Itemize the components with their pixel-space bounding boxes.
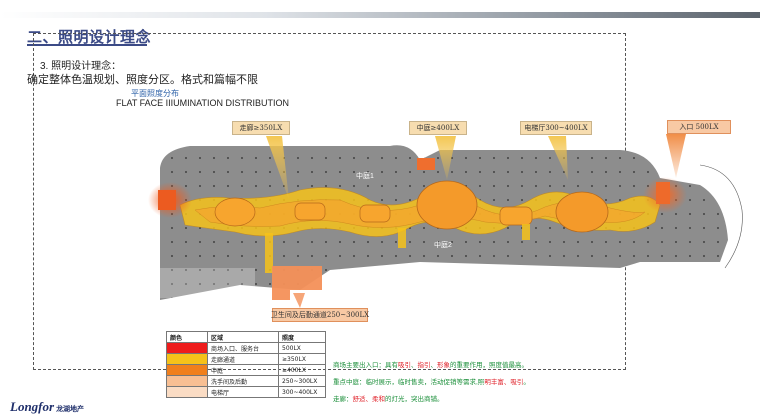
legend-swatch-restroom [166, 375, 208, 387]
legend-row: 商场入口、服务台 500LX [166, 342, 326, 354]
entrance-right [656, 182, 670, 204]
callout-atrium: 中庭≥400LX [409, 121, 467, 135]
beam-entrance [666, 134, 686, 178]
legend-area: 洗手间及后勤 [207, 375, 279, 387]
callout-elevator: 电梯厅300~400LX [520, 121, 592, 135]
design-notes: 商场主要出入口：具有吸引、指引、形象的重要作用，照度值最高。 重点中庭：临时展示… [333, 357, 530, 408]
note-text: 的灯光，突出商铺。 [385, 396, 444, 403]
legend-swatch-elevator [166, 386, 208, 398]
void-small-2 [359, 204, 391, 223]
legend-lux: 300~400LX [278, 386, 326, 398]
note-text: 的重要作用，照度值最高。 [450, 362, 528, 369]
illuminance-legend-table: 颜色 区域 照度 商场入口、服务台 500LX 走廊通道 ≥350LX 中庭 ≥… [166, 331, 326, 398]
legend-row: 中庭 ≥400LX [166, 364, 326, 376]
legend-lux: 500LX [278, 342, 326, 354]
corridor-stub-1 [265, 233, 273, 273]
note-text: 走廊： [333, 396, 353, 403]
atrium-1-zone [416, 180, 478, 230]
legend-header-lux: 照度 [278, 331, 326, 343]
note-text: 商场主要出入口：具有 [333, 362, 398, 369]
note-highlight: 指引 [417, 362, 431, 369]
note-highlight: 舒适、柔和 [352, 396, 386, 403]
note-text: 重点中庭：临时展示，临时售卖，活动促销等需求,照 [333, 379, 485, 386]
note-corridor: 走廊：舒适、柔和的灯光，突出商铺。 [333, 391, 530, 408]
legend-area: 中庭 [207, 364, 279, 376]
note-entrance: 商场主要出入口：具有吸引、指引、形象的重要作用，照度值最高。 [333, 357, 530, 374]
area-label-atrium2: 中庭2 [434, 242, 452, 249]
atrium-2-zone [555, 191, 609, 233]
logo-cn: 龙湖地产 [56, 405, 85, 413]
corridor-stub-3 [522, 224, 530, 240]
callout-corridor: 走廊≥350LX [232, 121, 290, 135]
legend-row: 走廊通道 ≥350LX [166, 353, 326, 365]
legend-swatch-entrance [166, 342, 208, 354]
legend-lux: 250~300LX [278, 375, 326, 387]
legend-row: 洗手间及后勤 250~300LX [166, 375, 326, 387]
callout-restroom: 卫生间及后勤通道250~300LX [271, 308, 369, 322]
corridor-stub-2 [398, 228, 406, 248]
lower-service-block [160, 268, 255, 298]
floor-plan-diagram [148, 134, 743, 308]
legend-lux: ≥400LX [278, 364, 326, 376]
void-small-1 [294, 202, 326, 221]
note-atrium: 重点中庭：临时展示，临时售卖，活动促销等需求,照明丰富、吸引。 [333, 374, 530, 391]
legend-header-color: 颜色 [166, 331, 208, 343]
legend-area: 走廊通道 [207, 353, 279, 365]
note-highlight: 形象 [437, 362, 450, 369]
logo-brand: Longfor [10, 399, 55, 414]
note-highlight: 吸引 [398, 362, 411, 369]
legend-area: 商场入口、服务台 [207, 342, 279, 354]
note-highlight: 明丰富、吸引 [484, 379, 524, 386]
legend-swatch-atrium [166, 364, 208, 376]
entrance-top [417, 158, 435, 170]
void-left [214, 197, 256, 227]
legend-header-area: 区域 [207, 331, 279, 343]
entrance-left [158, 190, 176, 210]
area-label-atrium1: 中庭1 [356, 173, 374, 180]
callout-entrance: 入口 500LX [667, 120, 731, 134]
legend-area: 电梯厅 [207, 386, 279, 398]
legend-lux: ≥350LX [278, 353, 326, 365]
company-logo: Longfor 龙湖地产 [10, 399, 84, 415]
legend-swatch-corridor [166, 353, 208, 365]
legend-row: 电梯厅 300~400LX [166, 386, 326, 398]
legend-header-row: 颜色 区域 照度 [166, 331, 326, 343]
void-small-3 [499, 206, 533, 226]
beam-restroom [293, 293, 305, 308]
note-text: 。 [523, 379, 530, 386]
